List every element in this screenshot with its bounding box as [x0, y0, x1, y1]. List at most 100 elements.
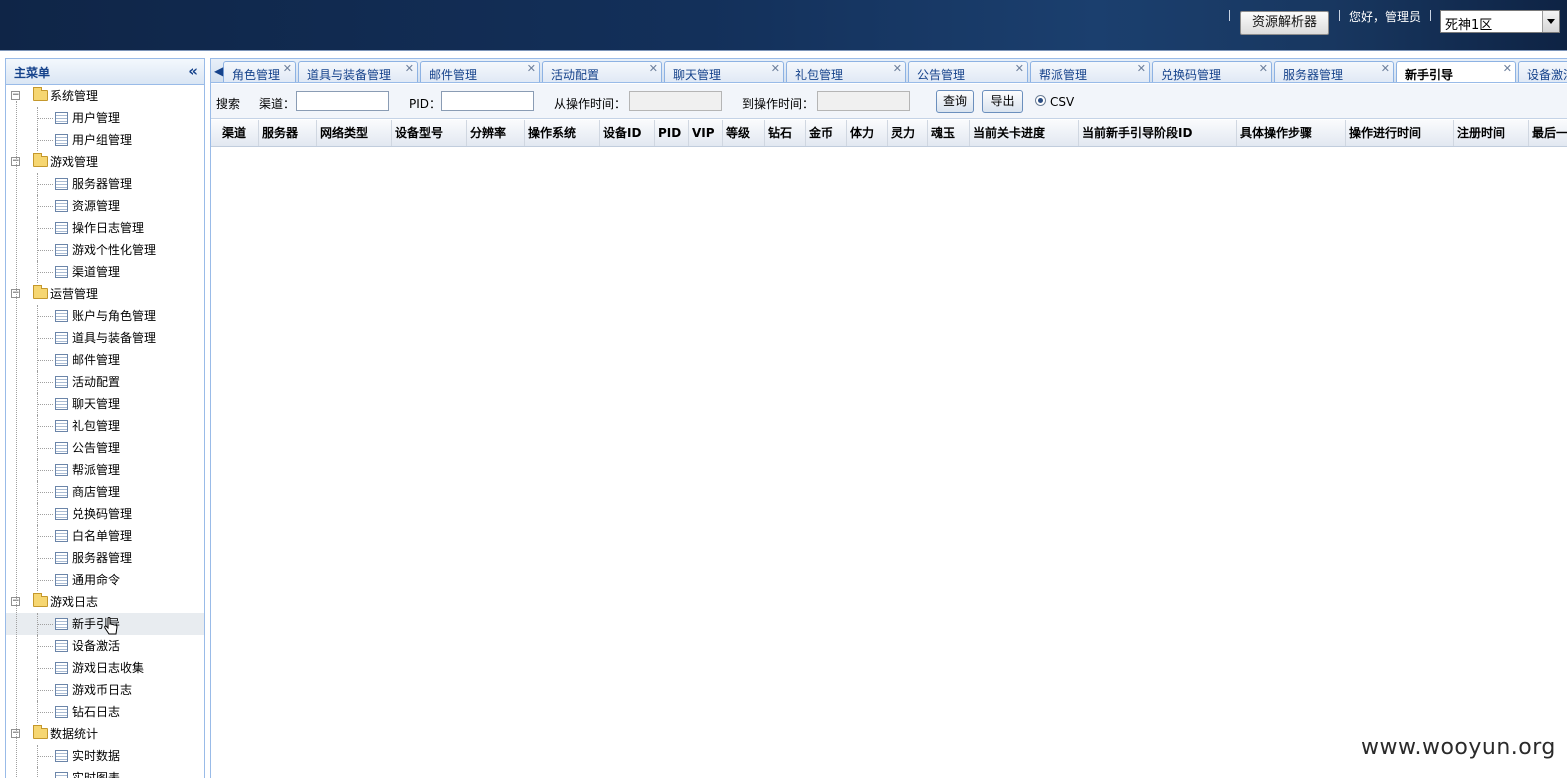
tree-item[interactable]: 服务器管理	[6, 173, 204, 195]
tree-group-3[interactable]: − 游戏日志	[6, 591, 204, 613]
tree-line	[38, 558, 53, 559]
chevron-down-icon[interactable]	[1542, 11, 1559, 32]
column-header[interactable]: 具体操作步骤	[1237, 120, 1346, 146]
close-icon[interactable]: ✕	[1503, 62, 1512, 75]
column-header[interactable]: VIP	[689, 120, 723, 146]
close-icon[interactable]: ✕	[893, 62, 902, 75]
column-header[interactable]: 最后一	[1529, 120, 1567, 146]
close-icon[interactable]: ✕	[405, 62, 414, 75]
tree-item[interactable]: 资源管理	[6, 195, 204, 217]
tree-item[interactable]: 用户组管理	[6, 129, 204, 151]
tab-9[interactable]: 服务器管理 ✕	[1274, 61, 1394, 82]
tab-11[interactable]: 设备激活	[1518, 61, 1567, 82]
column-header[interactable]: 网络类型	[317, 120, 392, 146]
column-header[interactable]: 渠道	[219, 120, 259, 146]
resource-resolver-button[interactable]: 资源解析器	[1240, 11, 1329, 35]
column-header[interactable]: 当前关卡进度	[970, 120, 1079, 146]
tree-item[interactable]: 渠道管理	[6, 261, 204, 283]
close-icon[interactable]: ✕	[527, 62, 536, 75]
tree-item[interactable]: 游戏币日志	[6, 679, 204, 701]
tree-group-1[interactable]: − 游戏管理	[6, 151, 204, 173]
tree-item[interactable]: 操作日志管理	[6, 217, 204, 239]
tree-item[interactable]: 聊天管理	[6, 393, 204, 415]
tree-group-0[interactable]: − 系统管理	[6, 85, 204, 107]
close-icon[interactable]: ✕	[1015, 62, 1024, 75]
column-header[interactable]: 魂玉	[928, 120, 970, 146]
tree-item[interactable]: 游戏日志收集	[6, 657, 204, 679]
sidebar-title: 主菜单	[14, 66, 51, 80]
tree-item[interactable]: 实时数据	[6, 745, 204, 767]
column-header[interactable]: 操作进行时间	[1346, 120, 1454, 146]
tree-item[interactable]: 服务器管理	[6, 547, 204, 569]
column-header[interactable]: 金币	[806, 120, 847, 146]
from-time-input[interactable]	[629, 91, 722, 111]
close-icon[interactable]: ✕	[283, 62, 292, 75]
tree-item[interactable]: 账户与角色管理	[6, 305, 204, 327]
column-header[interactable]: 操作系统	[525, 120, 600, 146]
column-header[interactable]: 等级	[723, 120, 765, 146]
tree-group-2[interactable]: − 运营管理	[6, 283, 204, 305]
tree-line	[38, 448, 53, 449]
tree-item[interactable]: 道具与装备管理	[6, 327, 204, 349]
tab-10[interactable]: 新手引导 ✕	[1396, 61, 1516, 82]
column-header[interactable]: 当前新手引导阶段ID	[1079, 120, 1237, 146]
csv-radio[interactable]	[1035, 95, 1046, 106]
collapse-double-left-icon[interactable]: «	[188, 63, 198, 79]
tree-item[interactable]: 公告管理	[6, 437, 204, 459]
close-icon[interactable]: ✕	[771, 62, 780, 75]
tab-3[interactable]: 活动配置 ✕	[542, 61, 662, 82]
tab-2[interactable]: 邮件管理 ✕	[420, 61, 540, 82]
column-header[interactable]: 设备型号	[392, 120, 467, 146]
channel-input[interactable]	[296, 91, 389, 111]
scroll-left-arrow-icon[interactable]: ◀	[214, 64, 223, 78]
user-greeting: 您好，管理员	[1349, 10, 1422, 24]
tree-item[interactable]: 通用命令	[6, 569, 204, 591]
tree-line	[38, 228, 53, 229]
separator	[1229, 10, 1230, 21]
column-header[interactable]: 灵力	[888, 120, 928, 146]
tree-item[interactable]: 设备激活	[6, 635, 204, 657]
column-header[interactable]: PID	[655, 120, 689, 146]
tree-item[interactable]: 白名单管理	[6, 525, 204, 547]
pid-input[interactable]	[441, 91, 534, 111]
tree-item[interactable]: 用户管理	[6, 107, 204, 129]
tree-item[interactable]: 钻石日志	[6, 701, 204, 723]
tab-8[interactable]: 兑换码管理 ✕	[1152, 61, 1272, 82]
tab-4[interactable]: 聊天管理 ✕	[664, 61, 784, 82]
tree-item[interactable]: 礼包管理	[6, 415, 204, 437]
column-header[interactable]: 钻石	[765, 120, 806, 146]
query-button[interactable]: 查询	[936, 90, 974, 113]
close-icon[interactable]: ✕	[649, 62, 658, 75]
tab-6[interactable]: 公告管理 ✕	[908, 61, 1028, 82]
export-button[interactable]: 导出	[982, 90, 1023, 113]
grid-page-icon	[55, 420, 68, 432]
tree-item[interactable]: 邮件管理	[6, 349, 204, 371]
column-header[interactable]: 设备ID	[600, 120, 655, 146]
tree-item[interactable]: 游戏个性化管理	[6, 239, 204, 261]
tab-0[interactable]: 角色管理 ✕	[223, 61, 296, 82]
close-icon[interactable]: ✕	[1137, 62, 1146, 75]
collapse-toggle-icon[interactable]: −	[11, 91, 20, 100]
server-select[interactable]: 死神1区	[1440, 10, 1560, 33]
column-header[interactable]: 注册时间	[1454, 120, 1529, 146]
column-header[interactable]: 体力	[847, 120, 888, 146]
close-icon[interactable]: ✕	[1381, 62, 1390, 75]
tree-item[interactable]: 帮派管理	[6, 459, 204, 481]
tree-item[interactable]: 活动配置	[6, 371, 204, 393]
tab-5[interactable]: 礼包管理 ✕	[786, 61, 906, 82]
tree-group-4[interactable]: − 数据统计	[6, 723, 204, 745]
tree-line	[38, 492, 53, 493]
tab-7[interactable]: 帮派管理 ✕	[1030, 61, 1150, 82]
tree-item[interactable]: 实时图表	[6, 767, 204, 778]
column-header[interactable]: 分辨率	[467, 120, 525, 146]
tree-item[interactable]: 商店管理	[6, 481, 204, 503]
tree-item[interactable]: 兑换码管理	[6, 503, 204, 525]
tree-line	[38, 668, 53, 669]
to-time-input[interactable]	[817, 91, 910, 111]
to-time-label: 到操作时间：	[742, 97, 815, 111]
tree-item-label: 实时图表	[72, 771, 121, 778]
tab-1[interactable]: 道具与装备管理 ✕	[298, 61, 418, 82]
column-header[interactable]: 服务器	[259, 120, 317, 146]
close-icon[interactable]: ✕	[1259, 62, 1268, 75]
tree-line	[38, 536, 53, 537]
